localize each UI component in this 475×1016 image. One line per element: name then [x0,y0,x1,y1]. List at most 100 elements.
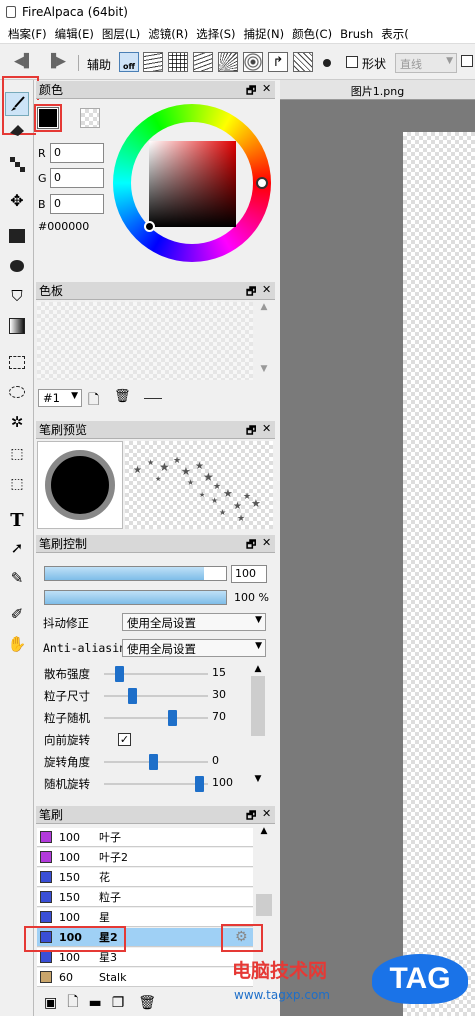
palette-select[interactable]: #1 ▼ [38,389,82,407]
brush-list-item[interactable]: 150 粒子 [37,888,253,907]
lasso-tool[interactable] [5,380,29,404]
brush-size-slider[interactable] [44,566,227,581]
select-pen-tool[interactable]: ⬚ [5,442,29,466]
divide-tool[interactable]: ✎ [5,566,29,590]
eraser-tool[interactable] [5,118,29,142]
palette-scrollbar[interactable]: ▲ ▼ [256,302,272,380]
brush-list-item[interactable]: 100 叶子2 [37,848,253,867]
menu-select[interactable]: 选择(S) [196,26,235,42]
bucket-tool[interactable]: ⛉ [5,284,29,308]
scroll-thumb[interactable] [251,676,265,736]
menu-color[interactable]: 颜色(C) [292,26,332,42]
saturation-value-square[interactable] [149,141,236,227]
lasso-fill-tool[interactable] [5,254,29,278]
param-slider-knob[interactable] [149,754,158,770]
duplicate-icon[interactable]: ❐ [112,995,125,1011]
undock-icon[interactable]: 🗗 [246,807,256,826]
dot-pen-tool[interactable] [5,152,29,176]
hand-tool[interactable]: ✋ [5,632,29,656]
close-icon[interactable]: ✕ [262,82,271,95]
stabilizer-select[interactable]: 使用全局设置 ▼ [122,613,266,631]
select-tool[interactable] [5,350,29,374]
snap-off-button[interactable]: off [119,52,139,72]
magic-wand-tool[interactable]: ✲ [5,410,29,434]
transparent-color-swatch[interactable] [80,108,100,128]
eyedropper-tool[interactable]: ✐ [5,602,29,626]
scroll-up-icon[interactable]: ▲ [250,664,266,674]
fill-rect-tool[interactable] [5,224,29,248]
snap-parallel-button[interactable] [143,52,163,72]
brush-list-item[interactable]: 100 叶子 [37,828,253,847]
save-icon[interactable]: ▣ [44,995,57,1011]
new-page-icon[interactable]: 🗋 [88,389,99,413]
scroll-down-icon[interactable]: ▼ [250,774,266,784]
r-input[interactable]: 0 [50,143,104,163]
b-input[interactable]: 0 [50,194,104,214]
svg-text:★: ★ [133,465,142,476]
minus-icon[interactable] [144,398,162,399]
param-slider-knob[interactable] [128,688,137,704]
snap-radial-button[interactable] [218,52,238,72]
menu-layer[interactable]: 图层(L) [102,26,140,42]
brush-list-item[interactable]: 150 花 [37,868,253,887]
trash-icon[interactable]: 🗑 [138,995,156,1011]
scroll-up-icon[interactable]: ▲ [256,826,272,836]
hue-handle[interactable] [256,177,268,189]
undock-icon[interactable]: 🗗 [246,536,256,555]
brush-control-scrollbar[interactable]: ▲ ▼ [250,664,266,790]
menu-snap[interactable]: 捕捉(N) [243,26,284,42]
folder-icon[interactable]: ▬ [89,995,102,1011]
undock-icon[interactable]: 🗗 [246,82,256,101]
snap-3d-button[interactable] [293,52,313,72]
new-brush-icon[interactable]: 🗋 [67,991,78,1015]
dot-icon[interactable] [323,59,331,67]
document-tab[interactable]: 图片1.png [280,80,475,100]
operation-tool[interactable]: ➚ [5,536,29,560]
antialias-select[interactable]: 使用全局设置 ▼ [122,639,266,657]
param-slider-knob[interactable] [115,666,124,682]
menu-edit[interactable]: 编辑(E) [55,26,94,42]
shape-checkbox[interactable] [346,56,358,68]
g-input[interactable]: 0 [50,168,104,188]
undock-icon[interactable]: 🗗 [246,422,256,441]
option-checkbox[interactable] [461,55,473,67]
text-tool[interactable]: T [5,508,29,532]
menu-brush[interactable]: Brush [340,27,373,41]
scroll-thumb[interactable] [256,894,272,916]
menu-filter[interactable]: 滤镜(R) [148,26,188,42]
sv-handle[interactable] [144,221,155,232]
redo-icon[interactable]: ▐▶ [46,54,66,69]
close-icon[interactable]: ✕ [262,422,271,435]
param-slider-knob[interactable] [195,776,204,792]
scroll-up-icon[interactable]: ▲ [256,302,272,312]
trash-icon[interactable]: 🗑 [114,389,131,404]
select-eraser-tool[interactable]: ⬚ [5,472,29,496]
scroll-down-icon[interactable]: ▼ [256,364,272,374]
brush-list-item[interactable]: 60 Stalk [37,968,253,987]
close-icon[interactable]: ✕ [262,807,271,820]
undo-icon[interactable]: ◀▌ [14,54,34,69]
menu-view[interactable]: 表示( [381,26,409,42]
gear-icon[interactable]: ⚙ [235,929,248,945]
param-track[interactable] [104,717,208,719]
snap-perspective-button[interactable] [193,52,213,72]
undock-icon[interactable]: 🗗 [246,283,256,302]
close-icon[interactable]: ✕ [262,283,271,296]
brush-size-input[interactable]: 100 [231,565,267,583]
brush-opacity-slider[interactable] [44,590,227,605]
snap-grid-button[interactable] [168,52,188,72]
canvas[interactable] [403,132,475,1016]
snap-concentric-button[interactable] [243,52,263,72]
param-track[interactable] [104,695,208,697]
close-icon[interactable]: ✕ [262,536,271,549]
hue-wheel[interactable] [113,104,271,262]
gradient-tool[interactable] [5,314,29,338]
move-tool[interactable]: ✥ [5,188,29,212]
line-type-select[interactable]: 直线 ▼ [395,53,457,73]
rotate-forward-checkbox[interactable]: ✓ [118,733,131,746]
param-slider-knob[interactable] [168,710,177,726]
menu-file[interactable]: 档案(F) [8,26,47,42]
palette-grid[interactable] [37,302,253,380]
snap-curve-button[interactable]: ↱ [268,52,288,72]
param-track[interactable] [104,783,208,785]
